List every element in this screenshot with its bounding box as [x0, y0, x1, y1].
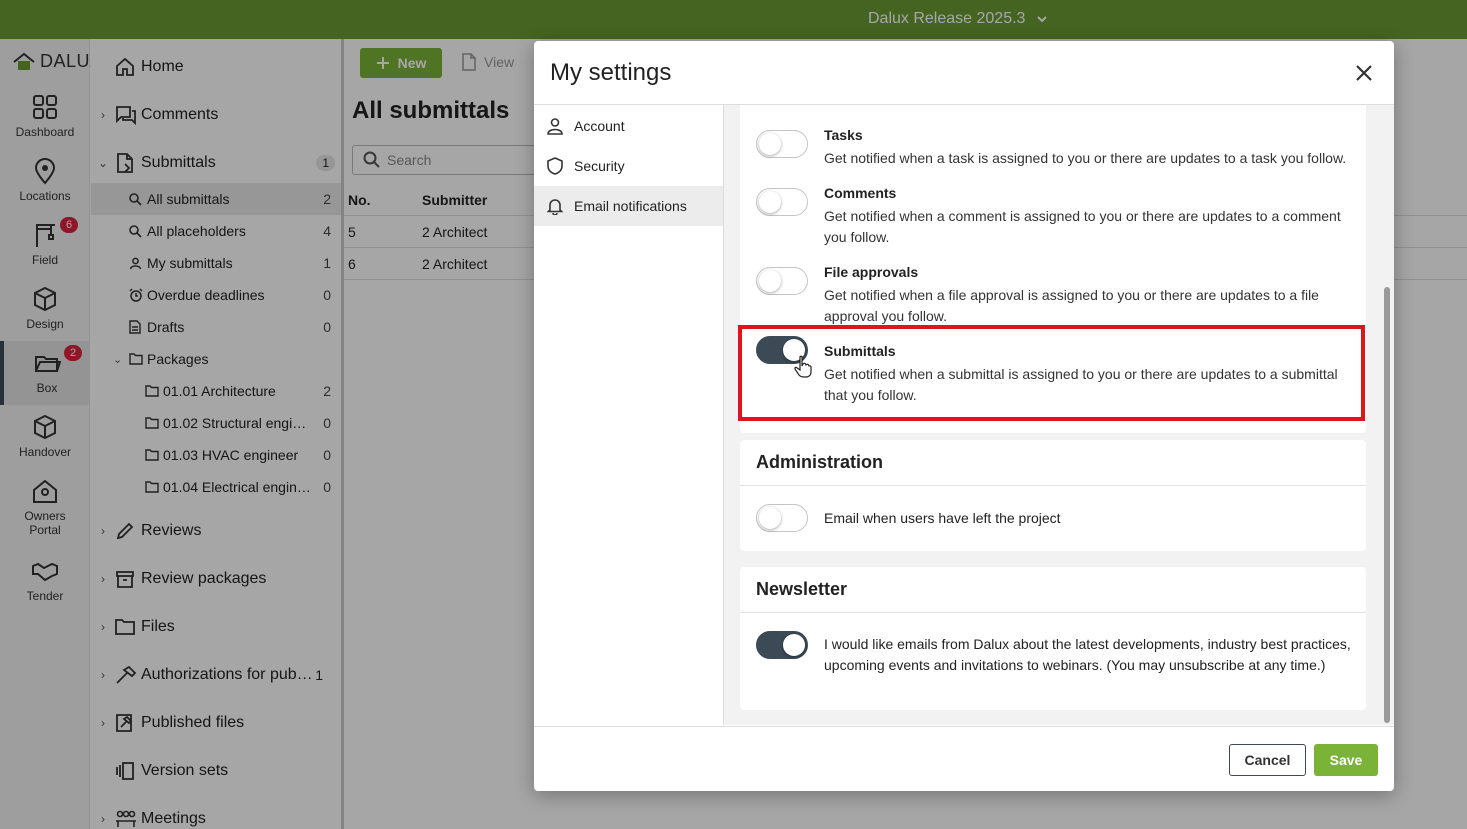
settings-tab-account[interactable]: Account: [534, 106, 723, 146]
tab-label: Email notifications: [574, 198, 687, 214]
content-scrollbar[interactable]: [1384, 287, 1390, 723]
comments-toggle[interactable]: [756, 188, 808, 216]
settings-sidebar: Account Security Email notifications: [534, 105, 724, 725]
bell-icon: [546, 199, 564, 215]
highlight-box: [738, 325, 1365, 421]
toggle-knob: [783, 634, 805, 656]
tab-label: Account: [574, 118, 625, 134]
notification-description: Get notified when a comment is assigned …: [824, 208, 1341, 245]
file-approvals-toggle[interactable]: [756, 267, 808, 295]
tasks-toggle[interactable]: [756, 130, 808, 158]
section-heading: Administration: [740, 440, 1366, 486]
newsletter-card: Newsletter I would like emails from Dalu…: [740, 567, 1366, 710]
toggle-knob: [759, 270, 781, 292]
newsletter-toggle[interactable]: [756, 631, 808, 659]
dialog-footer: Cancel Save: [534, 726, 1394, 791]
toggle-knob: [759, 133, 781, 155]
shield-icon: [547, 157, 563, 175]
toggle-knob: [759, 191, 781, 213]
settings-tab-security[interactable]: Security: [534, 146, 723, 186]
save-button[interactable]: Save: [1314, 744, 1378, 776]
notification-title: Tasks: [824, 127, 863, 143]
notification-tasks: Tasks Get notified when a task is assign…: [756, 127, 1352, 169]
section-heading: Newsletter: [740, 567, 1366, 613]
notification-title: File approvals: [824, 264, 919, 280]
notification-description: Get notified when a task is assigned to …: [824, 150, 1347, 166]
left-project-toggle[interactable]: [756, 504, 808, 532]
settings-tab-email-notifications[interactable]: Email notifications: [534, 186, 723, 226]
dialog-title: My settings: [550, 59, 672, 86]
administration-card: Administration Email when users have lef…: [740, 440, 1366, 551]
newsletter-opt-in: I would like emails from Dalux about the…: [756, 631, 1352, 695]
tab-label: Security: [574, 158, 625, 174]
setting-text: Email when users have left the project: [824, 510, 1061, 526]
notification-file-approvals: File approvals Get notified when a file …: [756, 264, 1352, 327]
cancel-button[interactable]: Cancel: [1229, 744, 1306, 776]
notification-comments: Comments Get notified when a comment is …: [756, 185, 1352, 248]
my-settings-dialog: My settings Account Security Email notif…: [534, 41, 1394, 791]
admin-left-project: Email when users have left the project: [756, 504, 1352, 534]
close-icon[interactable]: [1354, 63, 1374, 83]
setting-text: I would like emails from Dalux about the…: [824, 636, 1351, 673]
settings-content: Tasks Get notified when a task is assign…: [724, 105, 1394, 725]
dialog-header: My settings: [534, 41, 1394, 105]
notification-description: Get notified when a file approval is ass…: [824, 287, 1319, 324]
user-icon: [547, 118, 563, 135]
notification-title: Comments: [824, 185, 897, 201]
toggle-knob: [759, 507, 781, 529]
